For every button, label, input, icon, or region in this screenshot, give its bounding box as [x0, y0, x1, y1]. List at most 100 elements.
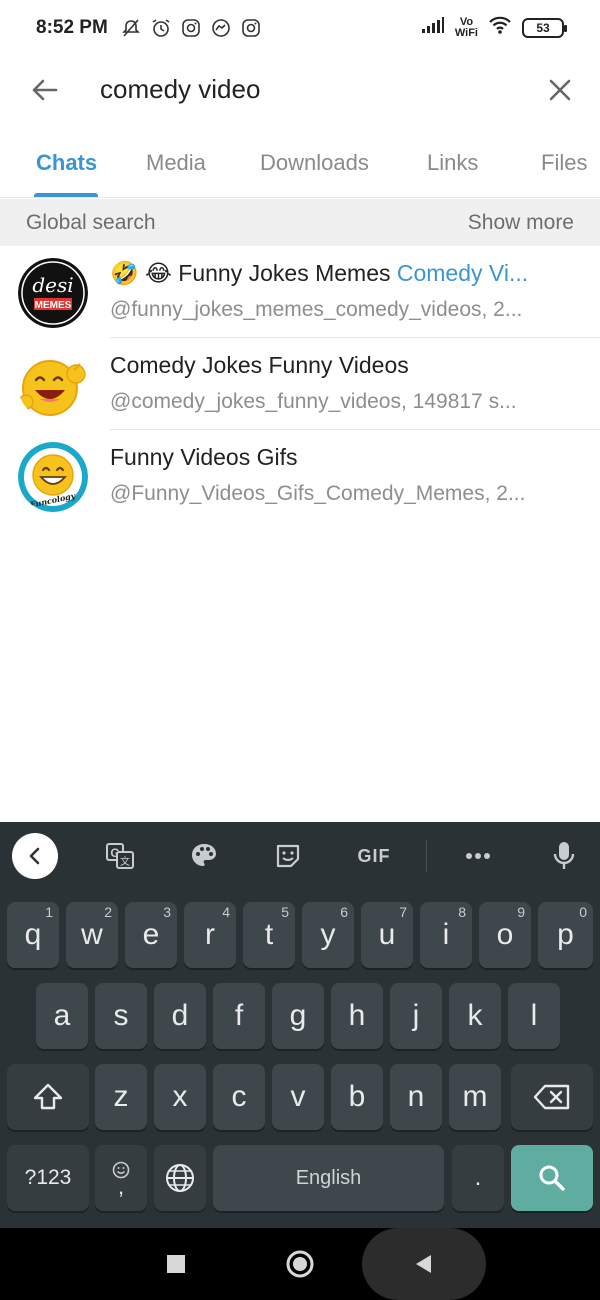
- key-p[interactable]: p0: [538, 902, 593, 968]
- channel-avatar: Funcology: [18, 442, 88, 512]
- key-t[interactable]: t5: [243, 902, 295, 968]
- active-tab-indicator: [34, 193, 98, 197]
- translate-button[interactable]: G文: [100, 836, 140, 876]
- key-a[interactable]: a: [36, 983, 88, 1049]
- tab-downloads[interactable]: Downloads: [260, 150, 369, 176]
- key-hint: 9: [517, 904, 525, 920]
- home-button[interactable]: [280, 1244, 320, 1284]
- voice-input-button[interactable]: [544, 836, 584, 876]
- tab-chats[interactable]: Chats: [36, 150, 97, 176]
- symbols-key[interactable]: ?123: [7, 1145, 89, 1211]
- key-h[interactable]: h: [331, 983, 383, 1049]
- search-input[interactable]: [100, 68, 520, 110]
- key-f[interactable]: f: [213, 983, 265, 1049]
- more-icon: [466, 853, 490, 859]
- result-title: Comedy Jokes Funny Videos: [110, 352, 580, 379]
- key-n[interactable]: n: [390, 1064, 442, 1130]
- search-result[interactable]: Comedy Jokes Funny Videos @comedy_jokes_…: [0, 338, 600, 430]
- key-k[interactable]: k: [449, 983, 501, 1049]
- section-title: Global search: [26, 210, 156, 234]
- volte-bottom: WiFi: [454, 27, 478, 39]
- key-label: t: [264, 918, 274, 951]
- key-r[interactable]: r4: [184, 902, 236, 968]
- result-title: Funny Videos Gifs: [110, 444, 580, 471]
- tab-media[interactable]: Media: [146, 150, 206, 176]
- key-s[interactable]: s: [95, 983, 147, 1049]
- key-c[interactable]: c: [213, 1064, 265, 1130]
- key-label: e: [142, 918, 160, 951]
- channel-avatar: [18, 350, 88, 420]
- keyboard-collapse-button[interactable]: [12, 833, 58, 879]
- theme-button[interactable]: [184, 836, 224, 876]
- more-button[interactable]: [458, 836, 498, 876]
- toolbar-separator: [426, 840, 427, 872]
- back-button[interactable]: [24, 70, 64, 110]
- key-x[interactable]: x: [154, 1064, 206, 1130]
- palette-icon: [192, 844, 216, 866]
- key-b[interactable]: b: [331, 1064, 383, 1130]
- key-j[interactable]: j: [390, 983, 442, 1049]
- key-hint: 8: [458, 904, 466, 920]
- battery-icon: 53: [522, 18, 567, 38]
- status-system-icons: Vo WiFi 53: [421, 15, 567, 41]
- key-d[interactable]: d: [154, 983, 206, 1049]
- sticker-button[interactable]: [268, 836, 308, 876]
- space-key[interactable]: English: [213, 1145, 444, 1211]
- show-more-button[interactable]: Show more: [468, 211, 574, 235]
- key-label: w: [81, 918, 103, 951]
- key-q[interactable]: q1: [7, 902, 59, 968]
- signal-icon: [421, 16, 445, 40]
- mute-icon: [120, 17, 142, 39]
- home-icon: [286, 1250, 314, 1278]
- svg-text:文: 文: [120, 855, 130, 868]
- alarm-icon: [150, 17, 172, 39]
- search-result[interactable]: desi MEMES 🤣 😂 Funny Jokes Memes Comedy …: [0, 246, 600, 338]
- key-u[interactable]: u7: [361, 902, 413, 968]
- back-nav-button[interactable]: [404, 1244, 444, 1284]
- key-label: i: [442, 918, 450, 951]
- key-w[interactable]: w2: [66, 902, 118, 968]
- key-m[interactable]: m: [449, 1064, 501, 1130]
- key-l[interactable]: l: [508, 983, 560, 1049]
- key-o[interactable]: o9: [479, 902, 531, 968]
- key-label: q: [24, 918, 42, 951]
- key-z[interactable]: z: [95, 1064, 147, 1130]
- search-key[interactable]: [511, 1145, 593, 1211]
- emoji-comma-key[interactable]: ,: [95, 1145, 147, 1211]
- keyboard-toolbar: G文 GIF: [0, 822, 600, 890]
- key-hint: 2: [104, 904, 112, 920]
- shift-key[interactable]: [7, 1064, 89, 1130]
- key-i[interactable]: i8: [420, 902, 472, 968]
- period-key[interactable]: .: [452, 1145, 504, 1211]
- search-icon: [539, 1165, 565, 1191]
- comma-label: ,: [117, 1174, 125, 1199]
- tab-files[interactable]: Files: [541, 150, 587, 176]
- instagram-icon: [180, 17, 202, 39]
- key-hint: 0: [579, 904, 587, 920]
- key-hint: 1: [45, 904, 53, 920]
- result-title-text: 🤣 😂 Funny Jokes Memes: [110, 260, 397, 286]
- back-triangle-icon: [416, 1255, 431, 1273]
- instagram-icon: [240, 17, 262, 39]
- avatar-text-bottom: MEMES: [35, 300, 72, 311]
- result-title: 🤣 😂 Funny Jokes Memes Comedy Vi...: [110, 260, 580, 287]
- key-g[interactable]: g: [272, 983, 324, 1049]
- key-label: y: [320, 918, 336, 951]
- recents-button[interactable]: [156, 1244, 196, 1284]
- language-key[interactable]: [154, 1145, 206, 1211]
- backspace-key[interactable]: [511, 1064, 593, 1130]
- messenger-icon: [210, 17, 232, 39]
- mic-icon: [553, 842, 575, 869]
- key-v[interactable]: v: [272, 1064, 324, 1130]
- tab-links[interactable]: Links: [427, 150, 478, 176]
- key-e[interactable]: e3: [125, 902, 177, 968]
- global-search-header: Global search Show more: [0, 199, 600, 246]
- gif-button[interactable]: GIF: [352, 836, 396, 876]
- key-y[interactable]: y6: [302, 902, 354, 968]
- clear-search-button[interactable]: [540, 70, 580, 110]
- search-result[interactable]: Funcology Funny Videos Gifs @Funny_Video…: [0, 430, 600, 522]
- key-hint: 6: [340, 904, 348, 920]
- key-label: r: [205, 918, 215, 951]
- result-subtitle: @Funny_Videos_Gifs_Comedy_Memes, 2...: [110, 482, 526, 505]
- result-title-text: Funny Videos Gifs: [110, 444, 298, 470]
